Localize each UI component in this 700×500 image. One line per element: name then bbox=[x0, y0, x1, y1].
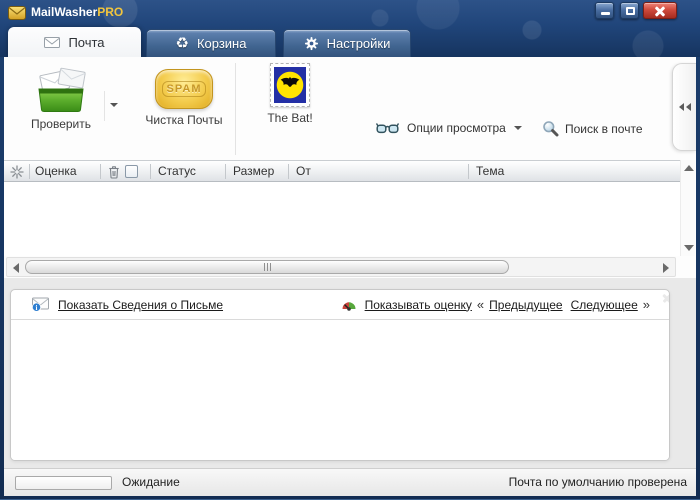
svg-text:i: i bbox=[36, 304, 38, 312]
column-divider[interactable] bbox=[468, 164, 469, 179]
main-area: Проверить SPAM Чистка Почты The Bat! bbox=[4, 57, 696, 468]
next-mark: » bbox=[638, 297, 655, 312]
view-options-label: Опции просмотра bbox=[407, 121, 506, 135]
minimize-button[interactable] bbox=[595, 2, 614, 19]
check-mail-dropdown-icon[interactable] bbox=[110, 103, 118, 107]
tab-settings[interactable]: Настройки bbox=[283, 29, 411, 57]
collapse-left-icon bbox=[679, 103, 684, 111]
delete-column-icon[interactable] bbox=[108, 165, 120, 179]
tab-mail-label: Почта bbox=[68, 35, 104, 50]
horizontal-scroll-thumb[interactable] bbox=[25, 260, 509, 274]
wash-mail-label: Чистка Почты bbox=[130, 113, 238, 127]
rating-gauge-icon bbox=[341, 298, 357, 311]
mail-icon bbox=[44, 37, 60, 48]
scroll-up-icon[interactable] bbox=[684, 165, 694, 171]
column-status[interactable]: Статус bbox=[158, 161, 196, 181]
column-divider[interactable] bbox=[225, 164, 226, 179]
status-bar: Ожидание Почта по умолчанию проверена bbox=[4, 468, 696, 496]
preview-toolbar: i Показать Сведения о Письме Показыва bbox=[11, 290, 669, 320]
column-divider[interactable] bbox=[100, 164, 101, 179]
window-header: MailWasherPRO Почта ♻ Корзина bbox=[0, 0, 700, 57]
search-mail-button[interactable]: Поиск в почте bbox=[542, 120, 643, 137]
maximize-icon bbox=[626, 7, 635, 15]
maximize-button[interactable] bbox=[620, 2, 639, 19]
flag-column-icon[interactable] bbox=[10, 165, 24, 179]
thumb-grip bbox=[270, 263, 271, 271]
search-icon bbox=[542, 120, 559, 137]
select-all-checkbox[interactable] bbox=[125, 165, 138, 178]
wash-mail-button[interactable]: SPAM Чистка Почты bbox=[130, 69, 238, 127]
sidebar-expander[interactable] bbox=[672, 63, 696, 151]
glasses-icon bbox=[376, 122, 399, 135]
scroll-left-icon[interactable] bbox=[13, 263, 19, 273]
column-size[interactable]: Размер bbox=[233, 161, 274, 181]
mailwasher-window: MailWasherPRO Почта ♻ Корзина bbox=[0, 0, 700, 500]
search-mail-label: Поиск в почте bbox=[565, 122, 643, 136]
check-mail-label: Проверить bbox=[14, 117, 108, 131]
check-mail-icon bbox=[14, 67, 108, 113]
minimize-icon bbox=[601, 12, 610, 15]
mail-info-icon: i bbox=[31, 297, 50, 312]
vertical-scrollbar[interactable] bbox=[680, 160, 695, 256]
close-button[interactable] bbox=[643, 2, 677, 19]
previous-link[interactable]: Предыдущее bbox=[489, 298, 562, 312]
tab-recycle-bin[interactable]: ♻ Корзина bbox=[146, 29, 276, 57]
mail-list-header: Оценка Статус Размер От Тема bbox=[4, 160, 680, 182]
horizontal-scrollbar[interactable] bbox=[6, 257, 676, 277]
the-bat-stamp-icon bbox=[270, 63, 310, 107]
titlebar[interactable]: MailWasherPRO bbox=[0, 0, 700, 26]
recycle-icon: ♻ bbox=[176, 37, 189, 51]
the-bat-label: The Bat! bbox=[247, 111, 333, 125]
collapse-left-icon bbox=[686, 103, 691, 111]
next-link[interactable]: Следующее bbox=[571, 298, 638, 312]
mail-list[interactable] bbox=[4, 182, 680, 256]
window-title: MailWasherPRO bbox=[31, 0, 123, 25]
show-details-link[interactable]: Показать Сведения о Письме bbox=[58, 298, 223, 312]
view-options-dropdown-icon bbox=[514, 126, 522, 130]
preview-content[interactable] bbox=[11, 320, 669, 461]
preview-zone: i Показать Сведения о Письме Показыва bbox=[4, 278, 696, 468]
status-message: Почта по умолчанию проверена bbox=[509, 469, 687, 496]
view-options-button[interactable]: Опции просмотра bbox=[376, 121, 522, 135]
app-name: MailWasher bbox=[31, 5, 97, 19]
the-bat-button[interactable]: The Bat! bbox=[247, 63, 333, 125]
thumb-grip bbox=[267, 263, 268, 271]
spam-soap-icon: SPAM bbox=[155, 69, 213, 109]
previous-mark: « bbox=[472, 297, 489, 312]
tab-mail[interactable]: Почта bbox=[8, 27, 141, 57]
scroll-down-icon[interactable] bbox=[684, 245, 694, 251]
progress-bar bbox=[15, 476, 112, 490]
check-mail-split-divider bbox=[104, 91, 105, 121]
app-name-suffix: PRO bbox=[97, 5, 123, 19]
column-divider[interactable] bbox=[29, 164, 30, 179]
app-icon bbox=[8, 6, 26, 20]
preview-pane: i Показать Сведения о Письме Показыва bbox=[10, 289, 670, 461]
tab-recycle-bin-label: Корзина bbox=[197, 36, 247, 51]
column-rating[interactable]: Оценка bbox=[35, 161, 77, 181]
spam-soap-text: SPAM bbox=[162, 81, 207, 97]
tab-bar: Почта ♻ Корзина bbox=[0, 26, 700, 57]
check-mail-button[interactable]: Проверить bbox=[14, 67, 108, 131]
column-divider[interactable] bbox=[150, 164, 151, 179]
toolbar-divider bbox=[235, 63, 236, 155]
column-divider[interactable] bbox=[288, 164, 289, 179]
show-rating-link[interactable]: Показывать оценку bbox=[365, 298, 472, 312]
status-text: Ожидание bbox=[122, 469, 180, 496]
scroll-right-icon[interactable] bbox=[663, 263, 669, 273]
tab-settings-label: Настройки bbox=[327, 36, 391, 51]
column-subject[interactable]: Тема bbox=[476, 161, 504, 181]
thumb-grip bbox=[264, 263, 265, 271]
column-from[interactable]: От bbox=[296, 161, 311, 181]
gear-icon bbox=[304, 36, 319, 51]
